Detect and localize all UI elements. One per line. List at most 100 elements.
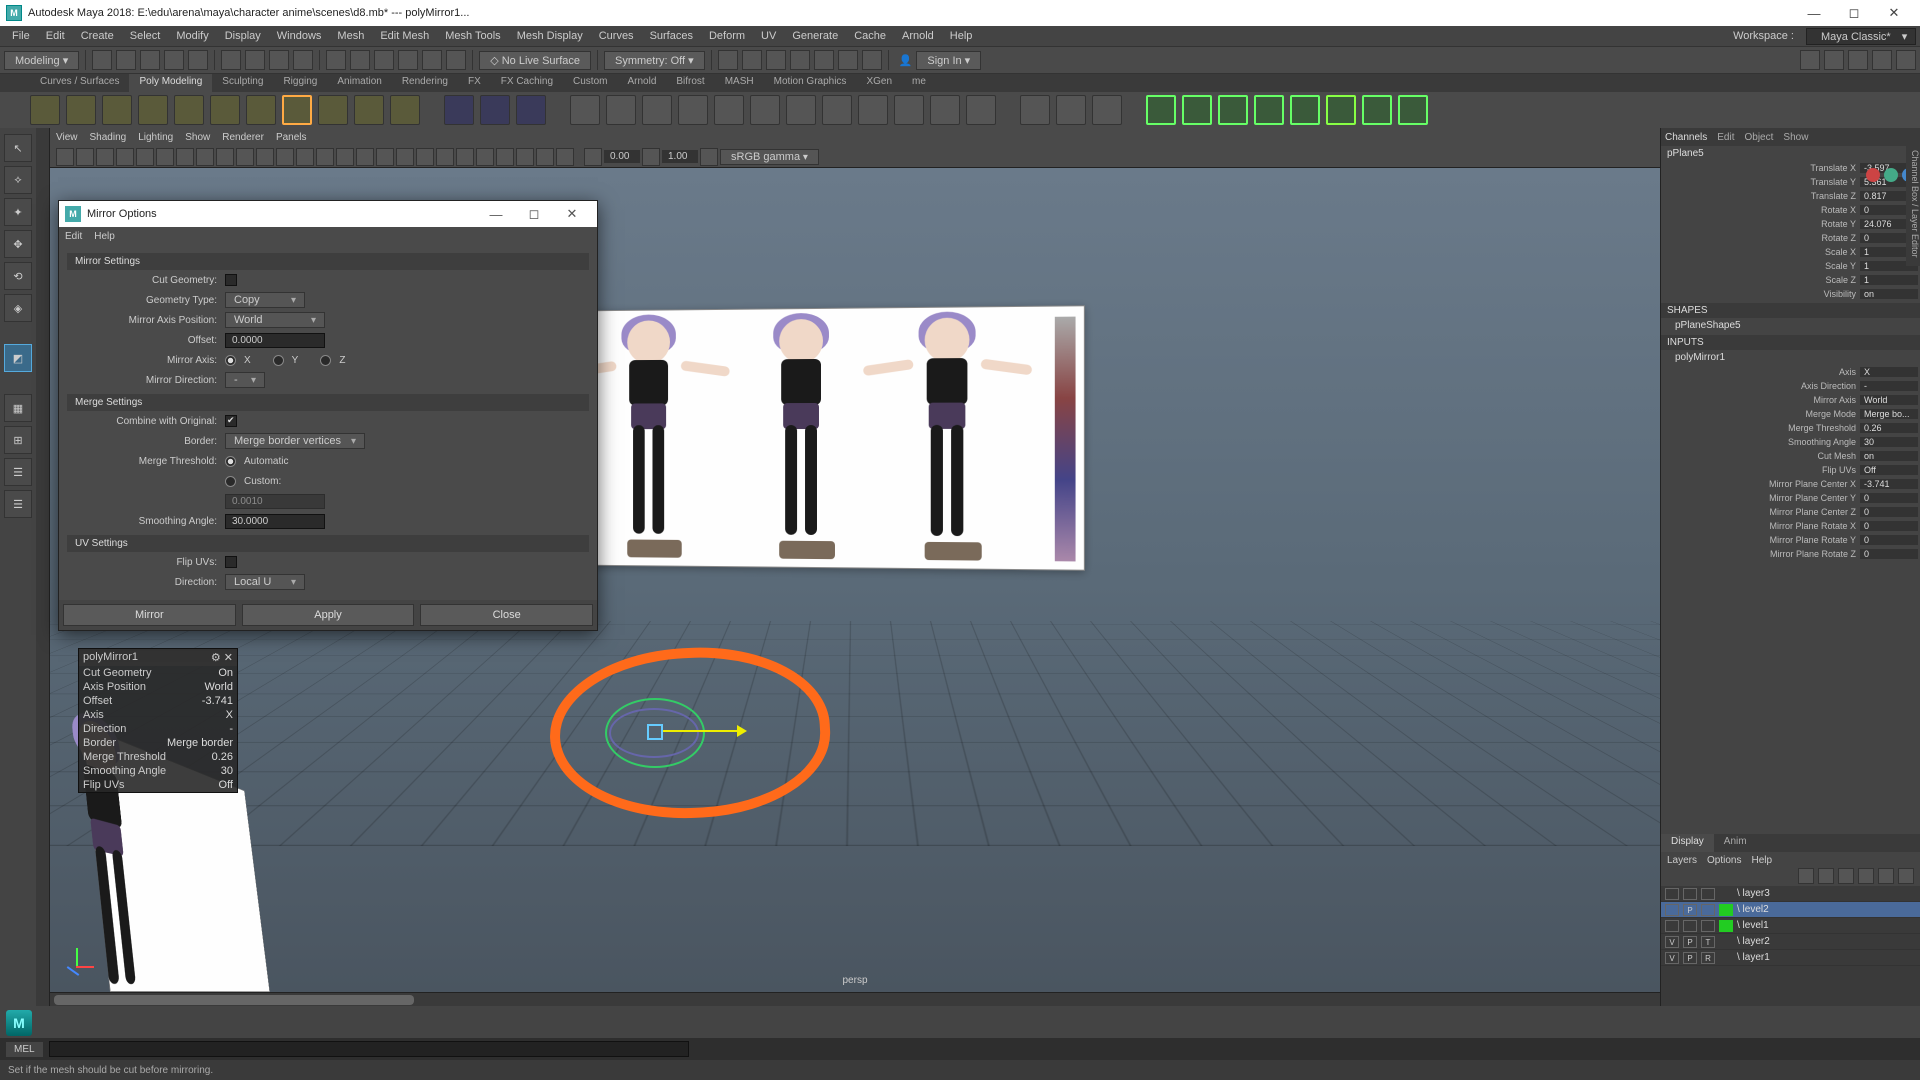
render-icon[interactable] (766, 50, 786, 70)
panel-tool-icon[interactable] (436, 148, 454, 166)
panel-tool-icon[interactable] (276, 148, 294, 166)
panel-tool-icon[interactable] (296, 148, 314, 166)
panel-tool-icon[interactable] (556, 148, 574, 166)
panel-menu-item[interactable]: Shading (90, 132, 127, 143)
pause-icon[interactable] (862, 50, 882, 70)
mode-dropdown[interactable]: Modeling ▾ (4, 51, 79, 70)
undo-icon[interactable] (164, 50, 184, 70)
panel-tool-icon[interactable] (56, 148, 74, 166)
history-icon[interactable] (718, 50, 738, 70)
layer-tab[interactable]: Anim (1714, 834, 1757, 852)
shelf-tool-icon[interactable] (1182, 95, 1212, 125)
panel-tool-icon[interactable] (316, 148, 334, 166)
snap-icon[interactable] (350, 50, 370, 70)
border-dropdown[interactable]: Merge border vertices (225, 433, 365, 449)
menu-item[interactable]: Select (122, 28, 169, 44)
layer-icon[interactable] (1858, 868, 1874, 884)
menu-item[interactable]: Deform (701, 28, 753, 44)
menu-item[interactable]: Surfaces (642, 28, 701, 44)
menu-item[interactable]: Edit Mesh (372, 28, 437, 44)
direction-dropdown[interactable]: - (225, 372, 265, 388)
menu-item[interactable]: Modify (168, 28, 216, 44)
close-button[interactable]: ✕ (1874, 1, 1914, 25)
layout-icon[interactable] (1896, 50, 1916, 70)
layout-icon[interactable] (1800, 50, 1820, 70)
layer-row[interactable]: \ layer3 (1661, 886, 1920, 902)
panel-tool-icon[interactable] (336, 148, 354, 166)
uv-direction-dropdown[interactable]: Local U (225, 574, 305, 590)
axis-x-radio[interactable] (225, 355, 236, 366)
live-surface-dropdown[interactable]: ◇ No Live Surface (479, 51, 591, 70)
shelf-tool-icon[interactable] (822, 95, 852, 125)
channel-icon[interactable] (1866, 168, 1880, 182)
shelf-tab[interactable]: Curves / Surfaces (30, 74, 129, 92)
shape-name[interactable]: pPlaneShape5 (1661, 318, 1920, 333)
shelf-tool-icon[interactable] (1398, 95, 1428, 125)
select-tool[interactable]: ↖ (4, 134, 32, 162)
shelf-tool-icon[interactable] (642, 95, 672, 125)
panel-tool-icon[interactable] (236, 148, 254, 166)
layer-menu-item[interactable]: Options (1707, 855, 1741, 866)
panel-tool-icon[interactable] (356, 148, 374, 166)
outliner-icon[interactable]: ☰ (4, 490, 32, 518)
menu-item[interactable]: Display (217, 28, 269, 44)
menu-item[interactable]: Mesh Tools (437, 28, 508, 44)
shelf-tool-icon[interactable] (480, 95, 510, 125)
outliner-collapsed[interactable] (36, 128, 50, 1006)
dialog-minimize[interactable]: — (477, 207, 515, 222)
chtab[interactable]: Show (1783, 132, 1808, 143)
move-tool[interactable]: ✥ (4, 230, 32, 258)
snap-icon[interactable] (326, 50, 346, 70)
layer-row[interactable]: \ level1 (1661, 918, 1920, 934)
panel-tool-icon[interactable] (476, 148, 494, 166)
colorspace-icon[interactable] (700, 148, 718, 166)
shelf-tool-icon[interactable] (246, 95, 276, 125)
sel-mode-icon[interactable] (269, 50, 289, 70)
panel-tool-icon[interactable] (136, 148, 154, 166)
menu-item[interactable]: Cache (846, 28, 894, 44)
shelf-tool-icon[interactable] (570, 95, 600, 125)
sel-mode-icon[interactable] (245, 50, 265, 70)
layer-menu-item[interactable]: Help (1751, 855, 1772, 866)
history-icon[interactable] (742, 50, 762, 70)
shelf-tab[interactable]: Custom (563, 74, 617, 92)
channel-box-tab[interactable]: Channel Box / Layer Editor (1906, 136, 1920, 266)
shelf-tool-icon[interactable] (390, 95, 420, 125)
shelf-tool-icon[interactable] (750, 95, 780, 125)
gamma-field[interactable]: 1.00 (662, 150, 698, 163)
in-view-editor[interactable]: polyMirror1⚙ ✕ Cut GeometryOn Axis Posit… (78, 648, 238, 793)
panel-tool-icon[interactable] (536, 148, 554, 166)
last-tool[interactable]: ◩ (4, 344, 32, 372)
menu-item[interactable]: Edit (38, 28, 73, 44)
render-icon[interactable] (790, 50, 810, 70)
layer-icon[interactable] (1798, 868, 1814, 884)
shelf-tool-icon[interactable] (1146, 95, 1176, 125)
snap-icon[interactable] (398, 50, 418, 70)
layer-icon[interactable] (1898, 868, 1914, 884)
offset-field[interactable]: 0.0000 (225, 333, 325, 348)
shelf-tool-icon[interactable] (858, 95, 888, 125)
panel-tool-icon[interactable] (516, 148, 534, 166)
signin-button[interactable]: Sign In ▾ (916, 51, 981, 70)
menu-item[interactable]: Create (73, 28, 122, 44)
snap-icon[interactable] (422, 50, 442, 70)
geometry-type-dropdown[interactable]: Copy (225, 292, 305, 308)
shelf-tab[interactable]: Poly Modeling (129, 74, 212, 92)
shelf-tool-icon[interactable] (174, 95, 204, 125)
axis-position-dropdown[interactable]: World (225, 312, 325, 328)
shelf-tool-icon[interactable] (1362, 95, 1392, 125)
axis-z-radio[interactable] (320, 355, 331, 366)
play-icon[interactable] (838, 50, 858, 70)
layer-icon[interactable] (1878, 868, 1894, 884)
command-input[interactable] (49, 1041, 689, 1057)
channel-icon[interactable] (1884, 168, 1898, 182)
menu-item[interactable]: UV (753, 28, 784, 44)
gamma-icon[interactable] (642, 148, 660, 166)
shelf-tool-icon[interactable] (606, 95, 636, 125)
panel-tool-icon[interactable] (116, 148, 134, 166)
shelf-tool-icon[interactable] (1218, 95, 1248, 125)
panel-tool-icon[interactable] (496, 148, 514, 166)
panel-menu-item[interactable]: Show (185, 132, 210, 143)
axis-y-radio[interactable] (273, 355, 284, 366)
threshold-custom-radio[interactable] (225, 476, 236, 487)
